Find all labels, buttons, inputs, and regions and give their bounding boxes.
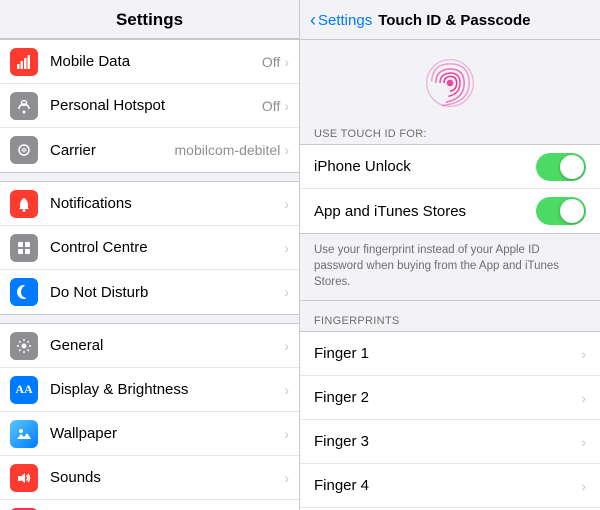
fingerprint-graphic-area <box>300 40 600 122</box>
personal-hotspot-value: Off <box>262 98 280 114</box>
settings-left-panel: Settings Mobile Data Off › <box>0 0 300 510</box>
general-icon <box>10 332 38 360</box>
use-touch-id-header: USE TOUCH ID FOR: <box>300 122 600 144</box>
mobile-data-chevron: › <box>284 54 289 70</box>
iphone-unlock-label: iPhone Unlock <box>314 158 536 175</box>
display-brightness-label: Display & Brightness <box>50 381 284 398</box>
finger-3-label: Finger 3 <box>314 433 581 450</box>
control-centre-chevron: › <box>284 240 289 256</box>
general-group: General › AA Display & Brightness › Wall… <box>0 323 299 510</box>
display-brightness-item[interactable]: AA Display & Brightness › <box>0 368 299 412</box>
sounds-chevron: › <box>284 470 289 486</box>
iphone-unlock-item[interactable]: iPhone Unlock <box>300 145 600 189</box>
wallpaper-icon <box>10 420 38 448</box>
general-chevron: › <box>284 338 289 354</box>
wallpaper-chevron: › <box>284 426 289 442</box>
control-centre-icon <box>10 234 38 262</box>
do-not-disturb-chevron: › <box>284 284 289 300</box>
touch-id-item[interactable]: Touch ID & Passcode › <box>0 500 299 510</box>
mobile-data-item[interactable]: Mobile Data Off › <box>0 40 299 84</box>
general-label: General <box>50 337 284 354</box>
general-item[interactable]: General › <box>0 324 299 368</box>
sounds-label: Sounds <box>50 469 284 486</box>
finger-2-chevron: › <box>581 390 586 406</box>
finger-2-label: Finger 2 <box>314 389 581 406</box>
back-chevron-icon: ‹ <box>310 10 316 31</box>
mobile-data-value: Off <box>262 54 280 70</box>
do-not-disturb-icon <box>10 278 38 306</box>
notifications-group: Notifications › Control Centre › Do N <box>0 181 299 315</box>
carrier-item[interactable]: Carrier mobilcom-debitel › <box>0 128 299 172</box>
finger-1-item[interactable]: Finger 1 › <box>300 332 600 376</box>
do-not-disturb-item[interactable]: Do Not Disturb › <box>0 270 299 314</box>
carrier-chevron: › <box>284 142 289 158</box>
wallpaper-item[interactable]: Wallpaper › <box>0 412 299 456</box>
notifications-item[interactable]: Notifications › <box>0 182 299 226</box>
sounds-item[interactable]: Sounds › <box>0 456 299 500</box>
app-itunes-item[interactable]: App and iTunes Stores <box>300 189 600 233</box>
carrier-label: Carrier <box>50 142 175 159</box>
control-centre-label: Control Centre <box>50 239 284 256</box>
mobile-data-label: Mobile Data <box>50 53 262 70</box>
control-centre-item[interactable]: Control Centre › <box>0 226 299 270</box>
do-not-disturb-label: Do Not Disturb <box>50 284 284 301</box>
touch-id-toggles-group: iPhone Unlock App and iTunes Stores <box>300 144 600 234</box>
notifications-icon <box>10 190 38 218</box>
fingerprints-section: FINGERPRINTS Finger 1 › Finger 2 › Finge… <box>300 309 600 510</box>
personal-hotspot-item[interactable]: Personal Hotspot Off › <box>0 84 299 128</box>
finger-4-item[interactable]: Finger 4 › <box>300 464 600 508</box>
wallpaper-label: Wallpaper <box>50 425 284 442</box>
app-itunes-toggle[interactable] <box>536 197 586 225</box>
finger-1-label: Finger 1 <box>314 345 581 362</box>
fingerprint-svg-icon <box>425 58 475 108</box>
settings-title: Settings <box>0 0 299 39</box>
finger-3-chevron: › <box>581 434 586 450</box>
app-itunes-label: App and iTunes Stores <box>314 203 536 220</box>
right-header: ‹ Settings Touch ID & Passcode <box>300 0 600 40</box>
finger-4-label: Finger 4 <box>314 477 581 494</box>
display-brightness-chevron: › <box>284 382 289 398</box>
connectivity-group: Mobile Data Off › Personal Hotspot Off › <box>0 39 299 173</box>
sounds-icon <box>10 464 38 492</box>
carrier-icon <box>10 136 38 164</box>
personal-hotspot-label: Personal Hotspot <box>50 97 262 114</box>
finger-1-chevron: › <box>581 346 586 362</box>
notifications-chevron: › <box>284 196 289 212</box>
personal-hotspot-chevron: › <box>284 98 289 114</box>
right-panel-title: Touch ID & Passcode <box>378 12 530 29</box>
notifications-label: Notifications <box>50 195 284 212</box>
finger-2-item[interactable]: Finger 2 › <box>300 376 600 420</box>
iphone-unlock-toggle[interactable] <box>536 153 586 181</box>
carrier-value: mobilcom-debitel <box>175 142 281 158</box>
touch-id-detail-panel: ‹ Settings Touch ID & Passcode USE TOUCH… <box>300 0 600 510</box>
back-button[interactable]: ‹ Settings <box>310 10 372 31</box>
fingerprints-header: FINGERPRINTS <box>300 309 600 331</box>
fingerprints-group: Finger 1 › Finger 2 › Finger 3 › Finger … <box>300 331 600 510</box>
finger-3-item[interactable]: Finger 3 › <box>300 420 600 464</box>
finger-4-chevron: › <box>581 478 586 494</box>
back-label: Settings <box>318 12 372 29</box>
mobile-data-icon <box>10 48 38 76</box>
personal-hotspot-icon <box>10 92 38 120</box>
display-brightness-icon: AA <box>10 376 38 404</box>
toggle-info-text: Use your fingerprint instead of your App… <box>300 234 600 301</box>
